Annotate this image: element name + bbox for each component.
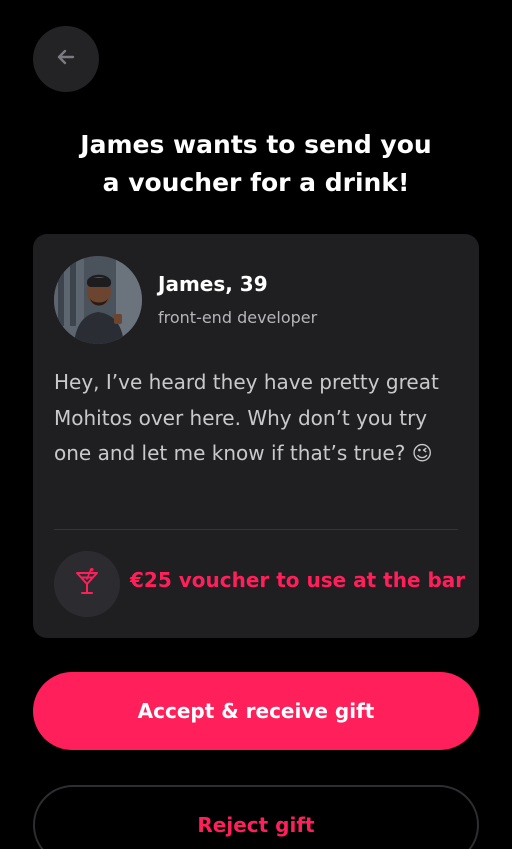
divider bbox=[54, 529, 458, 530]
page-title: James wants to send you a voucher for a … bbox=[0, 126, 512, 202]
voucher-text: €25 voucher to use at the bar bbox=[130, 568, 466, 592]
sender-name: James, 39 bbox=[158, 272, 268, 296]
cocktail-glass-icon bbox=[72, 567, 102, 601]
arrow-left-icon bbox=[53, 44, 79, 74]
sender-role: front-end developer bbox=[158, 308, 318, 327]
avatar[interactable] bbox=[54, 256, 142, 344]
page-title-line-2: a voucher for a drink! bbox=[102, 168, 410, 197]
gift-card: James, 39 front-end developer Hey, I’ve … bbox=[33, 234, 479, 638]
accept-gift-button[interactable]: Accept & receive gift bbox=[33, 672, 479, 750]
gift-message: Hey, I’ve heard they have pretty great M… bbox=[54, 370, 439, 465]
reject-gift-button[interactable]: Reject gift bbox=[33, 785, 479, 849]
page-title-line-1: James wants to send you bbox=[80, 130, 432, 159]
voucher-icon-badge bbox=[54, 551, 120, 617]
back-button[interactable] bbox=[33, 26, 99, 92]
